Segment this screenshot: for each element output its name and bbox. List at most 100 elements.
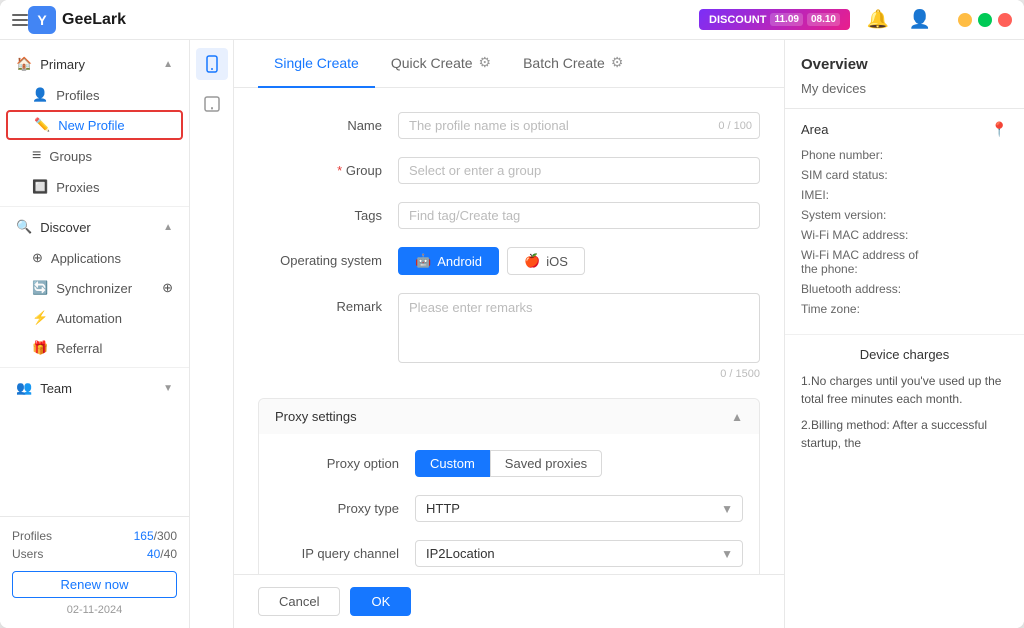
cancel-button[interactable]: Cancel [258,587,340,616]
account-icon[interactable]: 👤 [906,6,934,34]
ok-button[interactable]: OK [350,587,411,616]
proxy-option-control: Custom Saved proxies [415,450,743,477]
sidebar-item-groups[interactable]: ≡ Groups [0,140,189,172]
overview-title: Overview [785,40,1024,81]
profiles-icon: 👤 [32,87,48,103]
proxy-section-header[interactable]: Proxy settings ▲ [259,399,759,434]
proxy-custom-btn[interactable]: Custom [415,450,490,477]
proxy-section-title: Proxy settings [275,409,357,424]
form-row-tags: Tags [258,202,760,229]
synchronizer-icon: 🔄 [32,280,48,296]
proxy-saved-btn[interactable]: Saved proxies [490,450,602,477]
team-icon: 👥 [16,380,32,396]
name-input[interactable] [398,112,760,139]
maximize-button[interactable] [978,13,992,27]
sidebar-item-proxies[interactable]: 🔲 Proxies [0,172,189,202]
window-controls [958,13,1012,27]
footer-users-count: 40/40 [147,547,177,561]
area-label: Area [801,122,828,137]
titlebar: Y GeeLark DISCOUNT 11.09 08.10 🔔 👤 [0,0,1024,40]
tab-batch-create[interactable]: Batch Create ⚙ [507,40,639,88]
os-label: Operating system [258,247,398,268]
tabs-bar: Single Create Quick Create ⚙ Batch Creat… [234,40,784,88]
location-icon: 📍 [991,121,1008,138]
quick-settings-icon: ⚙ [479,54,492,71]
tags-label: Tags [258,202,398,223]
os-android-btn[interactable]: 🤖 Android [398,247,499,275]
form-row-proxy-type: Proxy type HTTP HTTPS SOCKS5 ▼ [275,495,743,522]
ip-query-select[interactable]: IP2Location IP-API IPAPI [415,540,743,567]
device-info-wifi-mac: Wi-Fi MAC address: [801,228,1008,242]
notification-icon[interactable]: 🔔 [864,6,892,34]
tags-input[interactable] [398,202,760,229]
proxies-icon: 🔲 [32,179,48,195]
remark-char-count: 0 / 1500 [398,368,760,380]
name-label: Name [258,112,398,133]
sidebar-primary-label: Primary [40,57,85,72]
discount-date2: 08.10 [807,13,840,26]
sidebar-item-automation[interactable]: ⚡ Automation [0,303,189,333]
users-current: 40 [147,547,160,561]
phone-number-key: Phone number: [801,148,911,162]
discount-banner[interactable]: DISCOUNT 11.09 08.10 [699,9,850,30]
ip-query-label: IP query channel [275,540,415,561]
bluetooth-key: Bluetooth address: [801,282,911,296]
app-title: GeeLark [62,11,126,29]
sidebar-section-discover: 🔍 Discover ▲ ⊕ Applications 🔄 Synchroniz… [0,211,189,363]
sidebar-toggle[interactable] [12,12,28,28]
app-logo: Y GeeLark [28,6,126,34]
proxy-option-btns: Custom Saved proxies [415,450,743,477]
group-input[interactable] [398,157,760,184]
sidebar-team-header[interactable]: 👥 Team ▼ [0,372,189,404]
right-panel: Overview My devices Area 📍 Phone number:… [784,40,1024,628]
renew-button[interactable]: Renew now [12,571,177,598]
sidebar-item-new-profile-label: New Profile [58,118,124,133]
profiles-current: 165 [134,529,154,543]
automation-icon: ⚡ [32,310,48,326]
tab-quick-create[interactable]: Quick Create ⚙ [375,40,507,88]
charge-item-2: 2.Billing method: After a successful sta… [801,416,1008,452]
logo-icon: Y [28,6,56,34]
sidebar-item-groups-label: Groups [49,149,92,164]
home-icon: 🏠 [16,56,32,72]
batch-settings-icon: ⚙ [611,54,624,71]
proxy-option-label: Proxy option [275,450,415,471]
groups-icon: ≡ [32,147,41,165]
chevron-up-icon: ▲ [163,59,173,70]
sidebar-item-synchronizer[interactable]: 🔄 Synchronizer ⊕ [0,273,189,303]
device-tab-tablet[interactable] [196,88,228,120]
device-tab-phone[interactable] [196,48,228,80]
device-info-imei: IMEI: [801,188,1008,202]
remark-textarea[interactable] [398,293,760,363]
discount-label: DISCOUNT [709,14,766,26]
sidebar-item-referral-label: Referral [56,341,102,356]
name-char-count: 0 / 100 [718,120,752,132]
sidebar-primary-header[interactable]: 🏠 Primary ▲ [0,48,189,80]
device-charges-section: Device charges 1.No charges until you've… [785,335,1024,472]
form-row-remark: Remark 0 / 1500 [258,293,760,380]
tab-single-create[interactable]: Single Create [258,40,375,88]
sync-add-icon[interactable]: ⊕ [162,280,173,296]
device-info-header: Area 📍 [801,121,1008,138]
sidebar-item-profiles[interactable]: 👤 Profiles [0,80,189,110]
sidebar-discover-header[interactable]: 🔍 Discover ▲ [0,211,189,243]
profiles-max: 300 [157,529,177,543]
sidebar-item-automation-label: Automation [56,311,122,326]
os-ios-btn[interactable]: 🍎 iOS [507,247,585,275]
sidebar-item-applications[interactable]: ⊕ Applications [0,243,189,273]
device-info-wifi-mac-phone: Wi-Fi MAC address of the phone: [801,248,1008,276]
device-info-phone-number: Phone number: [801,148,1008,162]
minimize-button[interactable] [958,13,972,27]
tablet-icon [203,95,221,113]
remark-control: 0 / 1500 [398,293,760,380]
proxy-type-select[interactable]: HTTP HTTPS SOCKS5 [415,495,743,522]
close-button[interactable] [998,13,1012,27]
group-field-wrap [398,157,760,184]
device-info-section: Area 📍 Phone number: SIM card status: IM… [785,109,1024,335]
form-row-os: Operating system 🤖 Android 🍎 iOS [258,247,760,275]
sidebar-item-new-profile[interactable]: ✏️ New Profile [6,110,183,140]
footer-users-stats: Users 40/40 [12,547,177,561]
footer-date: 02-11-2024 [12,604,177,616]
phone-icon [203,55,221,73]
sidebar-item-referral[interactable]: 🎁 Referral [0,333,189,363]
